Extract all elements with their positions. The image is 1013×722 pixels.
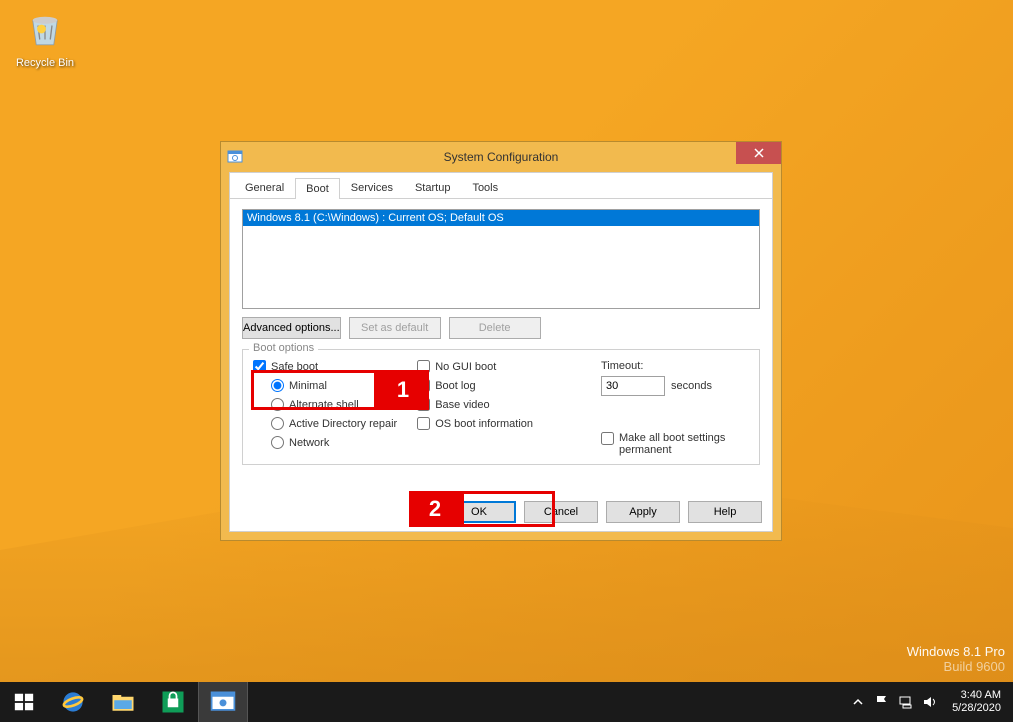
boot-log-checkbox[interactable]: Boot log: [417, 379, 533, 392]
desktop-watermark: Windows 8.1 Pro Build 9600: [907, 644, 1005, 674]
close-button[interactable]: [736, 142, 781, 164]
tab-general[interactable]: General: [234, 177, 295, 198]
taskbar-explorer[interactable]: [98, 682, 148, 722]
store-icon: [159, 688, 187, 716]
os-listbox[interactable]: Windows 8.1 (C:\Windows) : Current OS; D…: [242, 209, 760, 309]
taskbar-ie[interactable]: [48, 682, 98, 722]
advanced-options-button[interactable]: Advanced options...: [242, 317, 341, 339]
os-list-item[interactable]: Windows 8.1 (C:\Windows) : Current OS; D…: [243, 210, 759, 226]
taskbar: 3:40 AM 5/28/2020: [0, 682, 1013, 722]
taskbar-store[interactable]: [148, 682, 198, 722]
ie-icon: [59, 688, 87, 716]
no-gui-boot-checkbox[interactable]: No GUI boot: [417, 360, 533, 373]
system-configuration-window: System Configuration General Boot Servic…: [220, 141, 782, 541]
tray-volume-icon[interactable]: [922, 694, 938, 710]
tab-services[interactable]: Services: [340, 177, 404, 198]
cancel-button[interactable]: Cancel: [524, 501, 598, 523]
tray-flag-icon[interactable]: [874, 694, 890, 710]
ad-repair-radio[interactable]: Active Directory repair: [271, 417, 397, 430]
delete-button: Delete: [449, 317, 541, 339]
help-button[interactable]: Help: [688, 501, 762, 523]
window-title: System Configuration: [221, 150, 781, 164]
apply-button[interactable]: Apply: [606, 501, 680, 523]
ok-button[interactable]: OK: [442, 501, 516, 523]
start-button[interactable]: [0, 682, 48, 722]
system-tray: 3:40 AM 5/28/2020: [850, 682, 1013, 722]
safe-boot-checkbox[interactable]: Safe boot: [253, 360, 397, 373]
alternate-shell-radio[interactable]: Alternate shell: [271, 398, 397, 411]
close-icon: [754, 148, 764, 158]
tab-startup[interactable]: Startup: [404, 177, 461, 198]
network-radio[interactable]: Network: [271, 436, 397, 449]
tray-chevron-icon[interactable]: [850, 694, 866, 710]
os-boot-info-checkbox[interactable]: OS boot information: [417, 417, 533, 430]
timeout-label: Timeout:: [601, 360, 749, 372]
recycle-bin-label: Recycle Bin: [15, 57, 75, 69]
file-explorer-icon: [109, 688, 137, 716]
tab-strip: General Boot Services Startup Tools: [230, 173, 772, 199]
tab-tools[interactable]: Tools: [461, 177, 509, 198]
boot-options-group: Boot options Safe boot Minimal Alternate…: [242, 349, 760, 465]
windows-logo-icon: [13, 691, 35, 713]
recycle-bin-icon[interactable]: Recycle Bin: [15, 8, 75, 69]
titlebar[interactable]: System Configuration: [221, 142, 781, 172]
make-permanent-checkbox[interactable]: Make all boot settings permanent: [601, 432, 749, 456]
tab-boot[interactable]: Boot: [295, 178, 340, 199]
msconfig-taskbar-icon: [209, 688, 237, 716]
taskbar-msconfig[interactable]: [198, 682, 248, 722]
desktop-background: Recycle Bin Windows 8.1 Pro Build 9600 S…: [0, 0, 1013, 722]
base-video-checkbox[interactable]: Base video: [417, 398, 533, 411]
tray-clock[interactable]: 3:40 AM 5/28/2020: [946, 689, 1007, 715]
boot-options-label: Boot options: [249, 342, 318, 354]
minimal-radio[interactable]: Minimal: [271, 379, 397, 392]
timeout-input[interactable]: [601, 376, 665, 396]
set-as-default-button: Set as default: [349, 317, 441, 339]
seconds-label: seconds: [671, 380, 712, 392]
tray-network-icon[interactable]: [898, 694, 914, 710]
